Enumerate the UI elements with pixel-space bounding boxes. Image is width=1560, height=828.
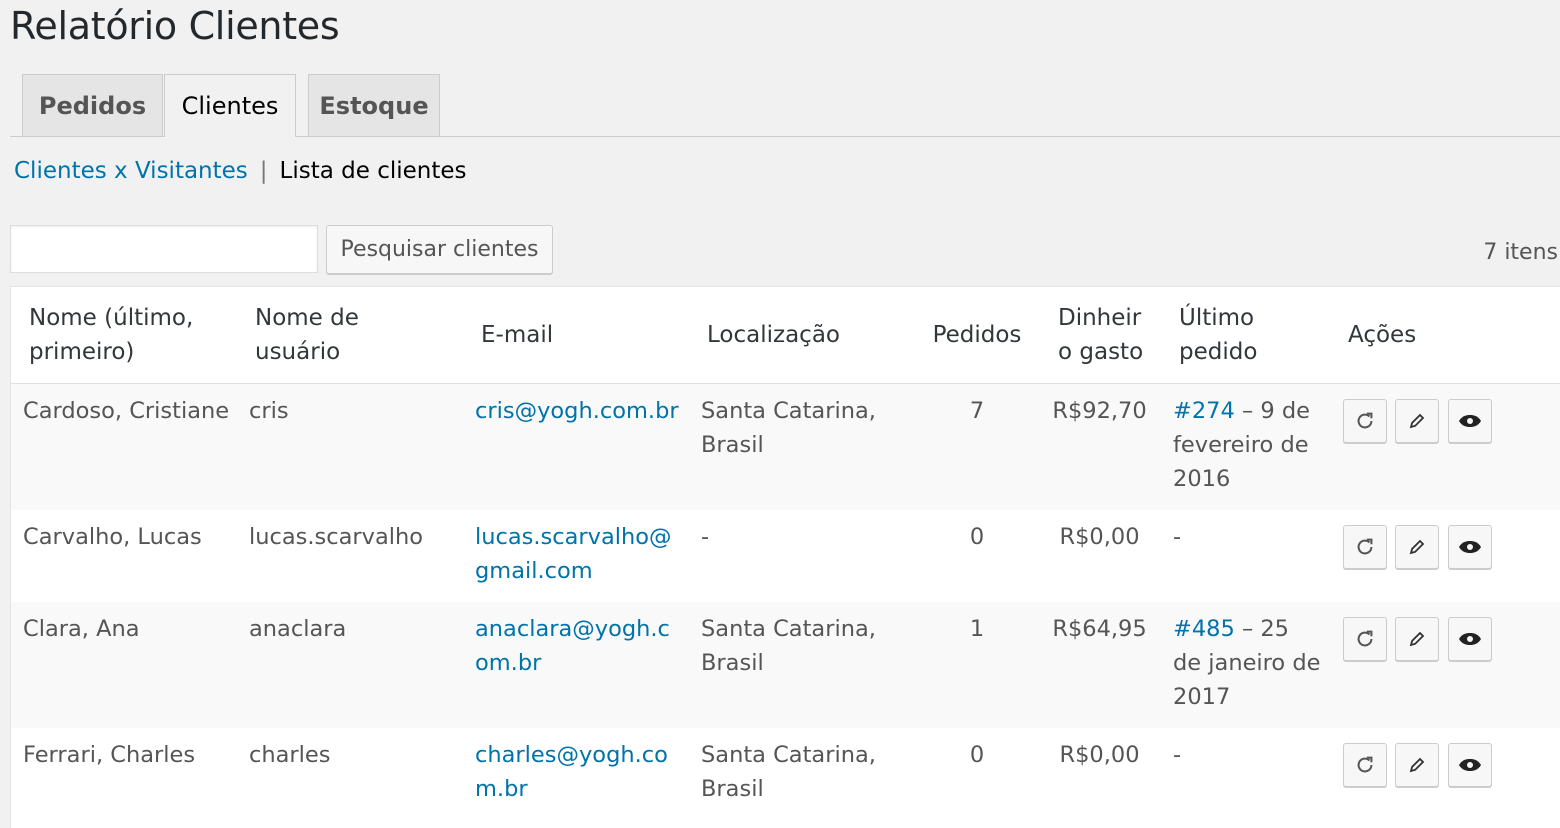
email-link[interactable]: charles@yogh.com.br <box>475 742 668 802</box>
customer-money-spent: R$0,00 <box>1059 742 1140 768</box>
order-date: - <box>1173 524 1182 550</box>
items-count: 7 itens <box>1483 240 1558 265</box>
table-row: Carvalho, Lucas lucas.scarvalho lucas.sc… <box>11 510 1560 602</box>
search-customers-button[interactable]: Pesquisar clientes <box>326 225 553 274</box>
customer-money-spent: R$64,95 <box>1052 616 1147 642</box>
edit-button[interactable] <box>1395 743 1439 787</box>
table-row: Clara, Ana anaclara anaclara@yogh.com.br… <box>11 602 1560 728</box>
customer-orders: 1 <box>969 616 985 642</box>
email-link[interactable]: lucas.scarvalho@gmail.com <box>475 524 672 584</box>
lista-de-clientes-current[interactable]: Lista de clientes <box>280 158 467 184</box>
table-row: Ferrari, Charles charles charles@yogh.co… <box>11 728 1560 828</box>
pencil-icon <box>1409 631 1425 647</box>
column-header-orders[interactable]: Pedidos <box>931 287 1023 383</box>
column-header-username[interactable]: Nome de usuário <box>255 287 405 383</box>
customer-username: anaclara <box>249 616 347 642</box>
eye-icon <box>1459 541 1481 553</box>
refresh-button[interactable] <box>1343 743 1387 787</box>
column-header-location[interactable]: Localização <box>707 287 887 383</box>
column-header-last-order[interactable]: Último pedido <box>1179 287 1309 383</box>
view-button[interactable] <box>1448 525 1492 569</box>
search-input[interactable] <box>10 225 318 273</box>
customer-name: Cardoso, Cristiane <box>23 398 230 424</box>
refresh-icon <box>1357 756 1373 773</box>
sub-navigation: Clientes x Visitantes | Lista de cliente… <box>14 158 467 184</box>
refresh-button[interactable] <box>1343 399 1387 443</box>
eye-icon <box>1459 759 1481 771</box>
column-header-email[interactable]: E-mail <box>481 287 631 383</box>
refresh-button[interactable] <box>1343 617 1387 661</box>
customer-email: cris@yogh.com.br <box>475 394 680 428</box>
refresh-icon <box>1357 412 1373 429</box>
pencil-icon <box>1409 413 1425 429</box>
customer-last-order: - <box>1173 738 1323 772</box>
tab-clientes[interactable]: Clientes <box>164 74 296 137</box>
refresh-button[interactable] <box>1343 525 1387 569</box>
column-header-actions: Ações <box>1348 322 1417 348</box>
view-button[interactable] <box>1448 617 1492 661</box>
email-link[interactable]: anaclara@yogh.com.br <box>475 616 670 676</box>
customer-location: Santa Catarina, Brasil <box>701 742 876 802</box>
customer-money-spent: R$92,70 <box>1052 398 1147 424</box>
customer-money-spent: R$0,00 <box>1059 524 1140 550</box>
edit-button[interactable] <box>1395 525 1439 569</box>
customer-email: charles@yogh.com.br <box>475 738 680 806</box>
tab-pedidos[interactable]: Pedidos <box>22 74 163 136</box>
customers-table: Nome (último, primeiro) Nome de usuário … <box>10 286 1560 828</box>
customer-name: Carvalho, Lucas <box>23 524 202 550</box>
email-link[interactable]: cris@yogh.com.br <box>475 398 679 424</box>
customer-username: charles <box>249 742 331 768</box>
tab-estoque[interactable]: Estoque <box>308 74 440 136</box>
customer-name: Ferrari, Charles <box>23 742 196 768</box>
table-row: Cardoso, Cristiane cris cris@yogh.com.br… <box>11 384 1560 510</box>
customer-email: lucas.scarvalho@gmail.com <box>475 520 680 588</box>
view-button[interactable] <box>1448 743 1492 787</box>
clientes-x-visitantes-link[interactable]: Clientes x Visitantes <box>14 158 248 184</box>
refresh-icon <box>1357 630 1373 647</box>
pencil-icon <box>1409 539 1425 555</box>
customer-last-order: - <box>1173 520 1323 554</box>
customer-last-order: #274 – 9 de fevereiro de 2016 <box>1173 394 1323 496</box>
eye-icon <box>1459 633 1481 645</box>
column-header-name[interactable]: Nome (último, primeiro) <box>29 287 229 383</box>
page-title: Relatório Clientes <box>10 4 340 48</box>
column-header-money-spent[interactable]: Dinheiro gasto <box>1058 287 1148 383</box>
edit-button[interactable] <box>1395 617 1439 661</box>
customer-location: Santa Catarina, Brasil <box>701 616 876 676</box>
order-date: - <box>1173 742 1182 768</box>
table-header: Nome (último, primeiro) Nome de usuário … <box>11 287 1560 384</box>
order-link[interactable]: #485 <box>1173 616 1235 642</box>
customer-location: Santa Catarina, Brasil <box>701 398 876 458</box>
order-link[interactable]: #274 <box>1173 398 1235 424</box>
pencil-icon <box>1409 757 1425 773</box>
customer-username: cris <box>249 398 289 424</box>
subnav-separator: | <box>259 158 268 184</box>
edit-button[interactable] <box>1395 399 1439 443</box>
customer-username: lucas.scarvalho <box>249 524 424 550</box>
customer-orders: 0 <box>969 524 985 550</box>
refresh-icon <box>1357 538 1373 555</box>
customer-orders: 7 <box>969 398 985 424</box>
customer-last-order: #485 – 25 de janeiro de 2017 <box>1173 612 1323 714</box>
customer-email: anaclara@yogh.com.br <box>475 612 680 680</box>
eye-icon <box>1459 415 1481 427</box>
customer-name: Clara, Ana <box>23 616 140 642</box>
view-button[interactable] <box>1448 399 1492 443</box>
customer-location: - <box>701 524 710 550</box>
customer-orders: 0 <box>969 742 985 768</box>
nav-tabs: Pedidos Clientes Estoque <box>10 74 1560 137</box>
